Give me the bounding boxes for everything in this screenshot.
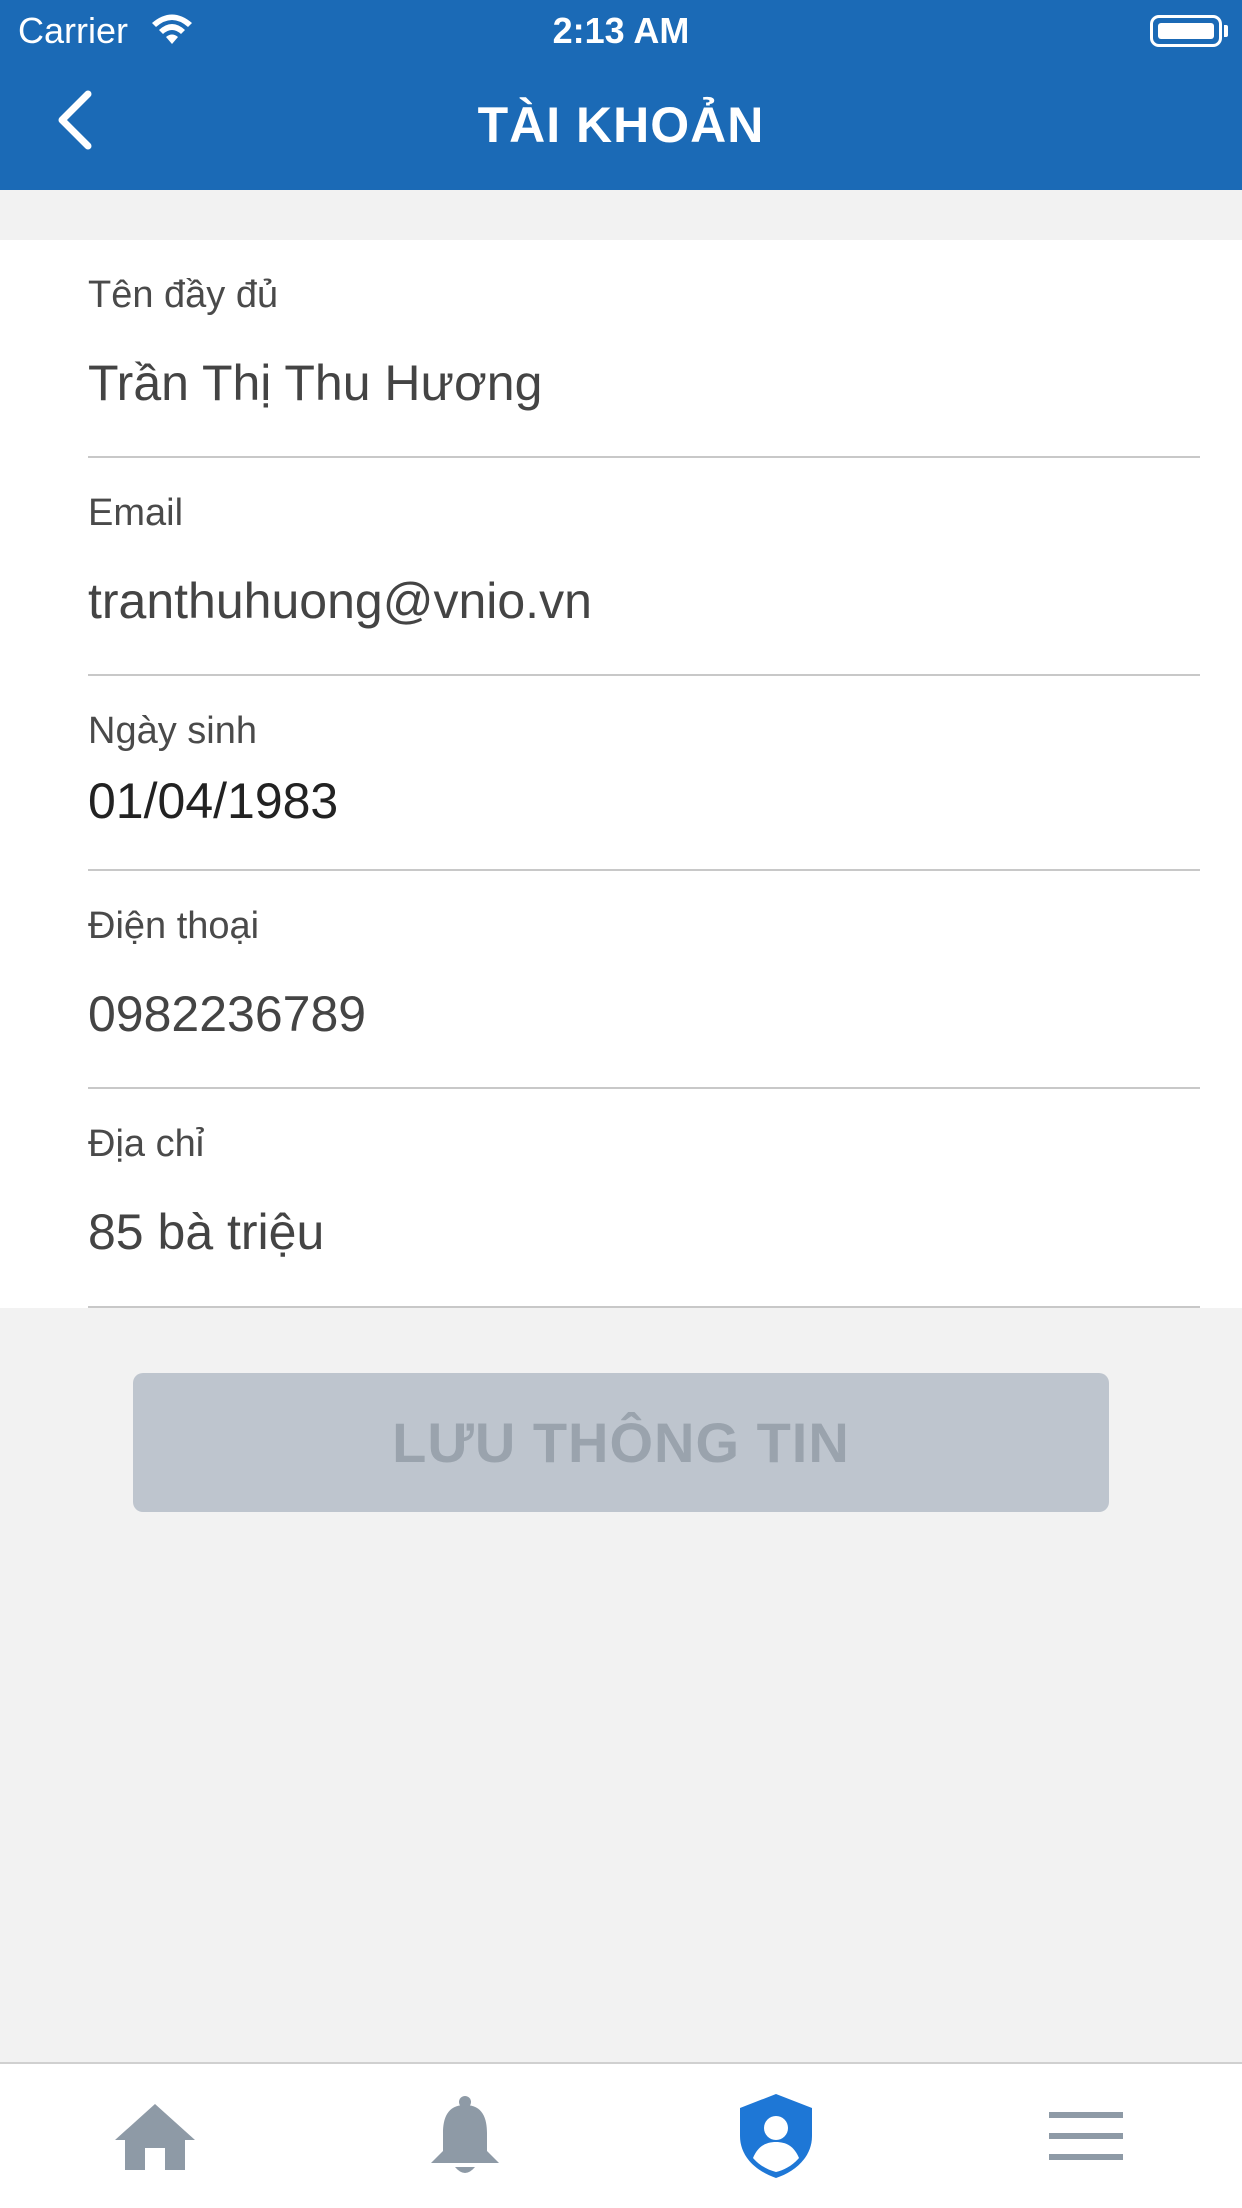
account-form: Tên đầy đủ Trần Thị Thu Hương Email tran… [0,240,1242,1308]
full-name-field[interactable]: Tên đầy đủ Trần Thị Thu Hương [88,240,1200,458]
address-label: Địa chỉ [88,1123,205,1165]
email-field[interactable]: Email tranthuhuong@vnio.vn [88,458,1200,676]
address-field[interactable]: Địa chỉ 85 bà triệu [88,1089,1200,1308]
save-info-button[interactable]: LƯU THÔNG TIN [133,1373,1109,1512]
birth-date-field[interactable]: Ngày sinh 01/04/1983 [88,676,1200,871]
phone-input[interactable]: 0982236789 [88,985,366,1043]
tab-account[interactable] [621,2064,931,2208]
address-input[interactable]: 85 bà triệu [88,1203,324,1261]
birth-date-input[interactable]: 01/04/1983 [88,772,338,830]
home-icon [115,2104,195,2170]
full-name-input[interactable]: Trần Thị Thu Hương [88,354,542,412]
user-shield-icon [740,2094,812,2178]
tab-bar [0,2062,1242,2208]
birth-date-label: Ngày sinh [88,710,257,752]
phone-field[interactable]: Điện thoại 0982236789 [88,871,1200,1089]
bell-icon [431,2096,499,2173]
phone-label: Điện thoại [88,905,260,947]
email-input[interactable]: tranthuhuong@vnio.vn [88,572,592,630]
full-name-label: Tên đầy đủ [88,274,279,316]
page-title: TÀI KHOẢN [477,97,765,153]
tab-notifications[interactable] [310,2064,620,2208]
status-time: 2:13 AM [552,10,690,51]
battery-icon [1150,15,1228,47]
tab-menu[interactable] [931,2064,1241,2208]
status-bar: Carrier 2:13 AM [0,0,1242,62]
nav-bar: TÀI KHOẢN [0,62,1242,190]
account-screen: Carrier 2:13 AM TÀI KHOẢN Tên đầy đủ Trầ… [0,0,1242,2208]
header: Carrier 2:13 AM TÀI KHOẢN [0,0,1242,190]
email-label: Email [88,492,184,534]
menu-icon [1049,2112,1123,2160]
tab-home[interactable] [0,2064,310,2208]
